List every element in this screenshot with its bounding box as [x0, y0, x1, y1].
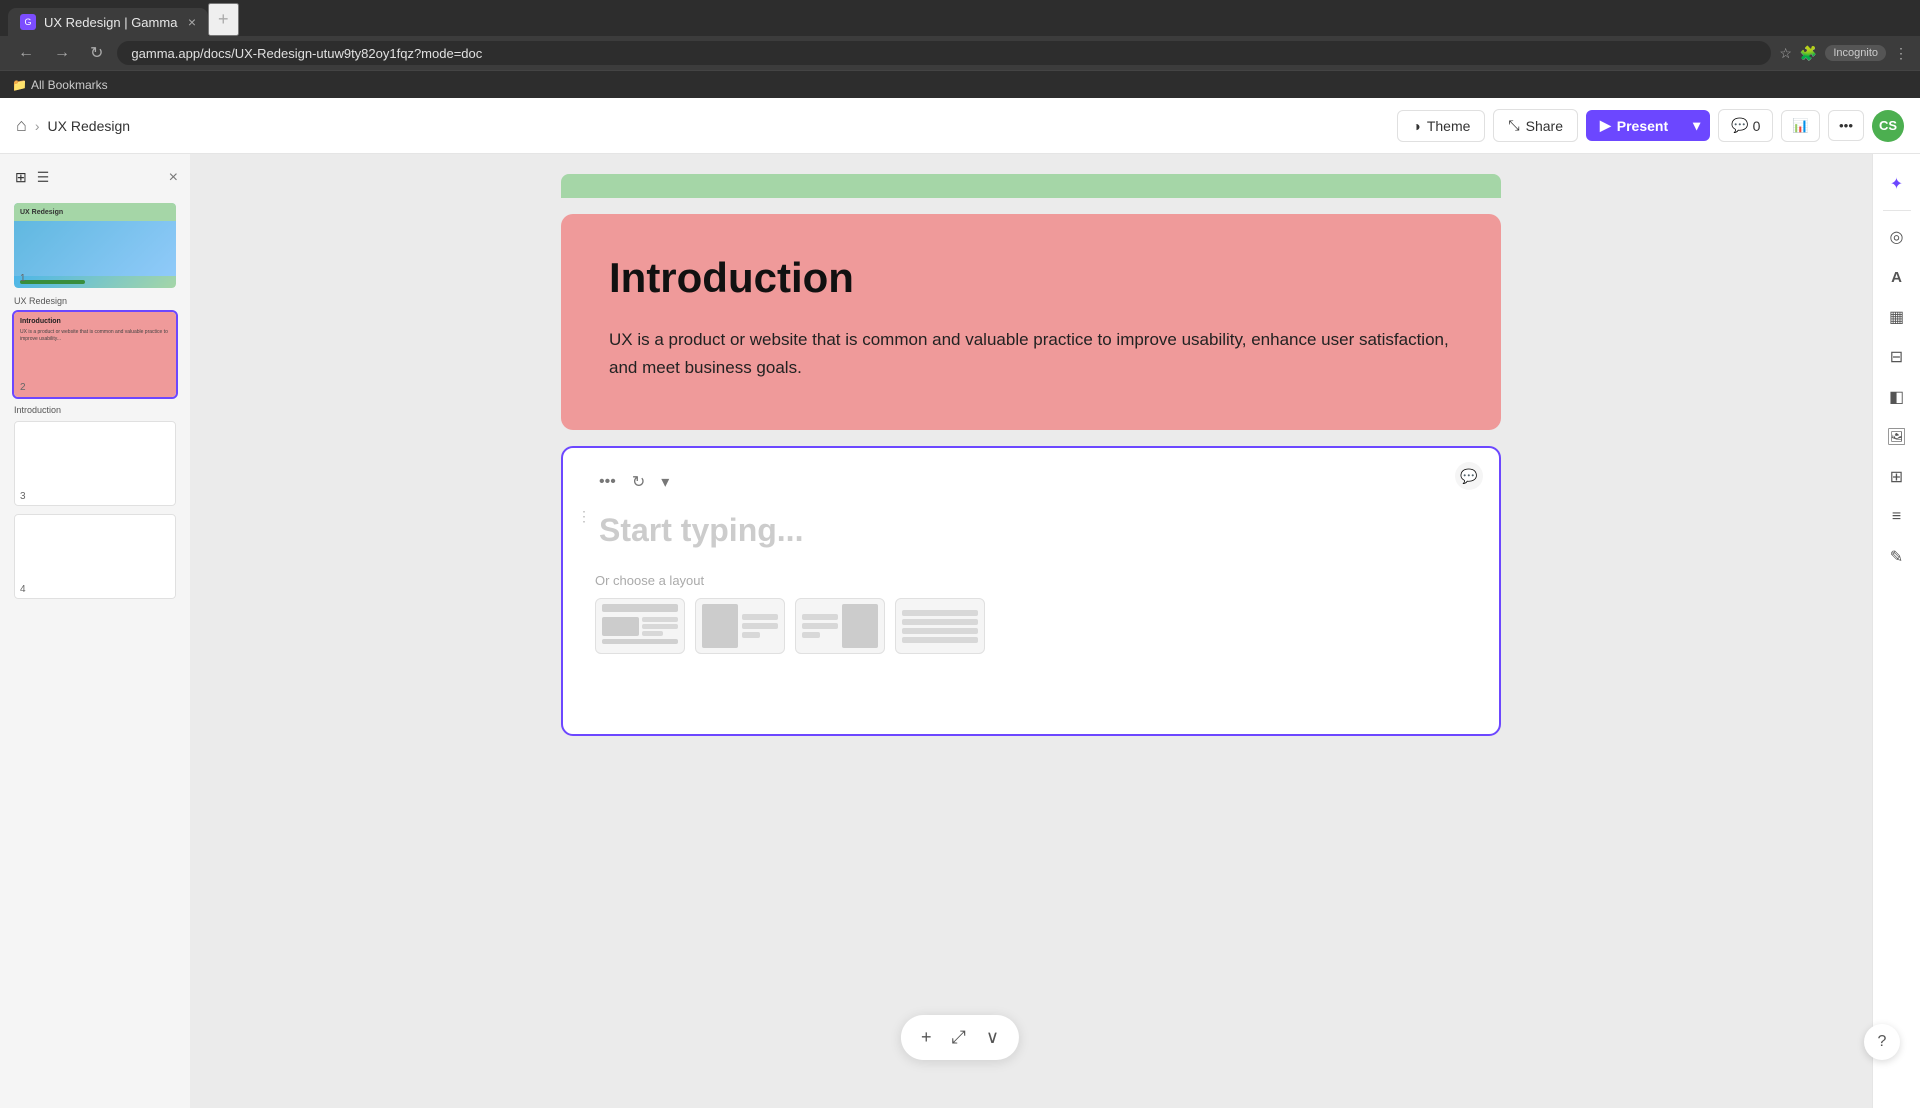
- main-area: ⊞ ☰ × UX Redesign 1 UX Redesign: [0, 154, 1920, 1108]
- layout-options: [595, 598, 1467, 654]
- extensions-icon[interactable]: 🧩: [1800, 45, 1817, 62]
- slide-thumb-4[interactable]: 4: [12, 512, 178, 601]
- share-button[interactable]: ⤡ Share: [1493, 109, 1578, 142]
- top-bar-left: ⌂ › UX Redesign: [16, 115, 1385, 136]
- chart-button[interactable]: 📊: [1781, 110, 1820, 142]
- layout-option-3[interactable]: [795, 598, 885, 654]
- top-bar: ⌂ › UX Redesign ◑ Theme ⤡ Share ▶ Presen…: [0, 98, 1920, 154]
- browser-chrome: G UX Redesign | Gamma × + ← → ↻ ☆ 🧩 Inco…: [0, 0, 1920, 70]
- intro-body: UX is a product or website that is commo…: [609, 326, 1453, 382]
- comment-button[interactable]: 💬 0: [1718, 109, 1773, 142]
- slide-4-number: 4: [20, 584, 26, 595]
- play-icon: ▶: [1600, 117, 1611, 134]
- grid-button[interactable]: ⊞: [1879, 459, 1915, 495]
- card-toolbar: ••• ↻ ▾: [595, 468, 1467, 496]
- present-main[interactable]: ▶ Present: [1586, 110, 1682, 141]
- sidebar-close-button[interactable]: ×: [169, 169, 178, 187]
- home-button[interactable]: ⌂: [16, 115, 27, 136]
- style-button[interactable]: ◎: [1879, 219, 1915, 255]
- slide-4-preview: [14, 514, 176, 599]
- blocks-button[interactable]: ⊟: [1879, 339, 1915, 375]
- card-refresh-button[interactable]: ↻: [628, 468, 649, 496]
- card-chevron-button[interactable]: ▾: [657, 468, 673, 496]
- slide-thumb-1[interactable]: UX Redesign 1: [12, 201, 178, 290]
- comment-bubble-button[interactable]: 💬: [1455, 462, 1483, 490]
- menu-icon[interactable]: ⋮: [1894, 45, 1908, 62]
- tab-close-button[interactable]: ×: [188, 14, 196, 30]
- typing-placeholder[interactable]: Start typing...: [595, 512, 1467, 549]
- share-icon: ⤡: [1508, 117, 1519, 134]
- bookmarks-bar: 📁 All Bookmarks: [0, 70, 1920, 98]
- all-bookmarks[interactable]: 📁 All Bookmarks: [12, 78, 108, 92]
- slide-2-number: 2: [20, 382, 26, 393]
- intro-title: Introduction: [609, 254, 1453, 302]
- top-bar-actions: ◑ Theme ⤡ Share ▶ Present ▾ 💬 0 📊 •••: [1397, 109, 1904, 142]
- reload-button[interactable]: ↻: [84, 41, 109, 65]
- bottom-toolbar: + ⤢ ∨: [901, 1015, 1019, 1060]
- app-container: ⌂ › UX Redesign ◑ Theme ⤡ Share ▶ Presen…: [0, 98, 1920, 1108]
- address-bar[interactable]: [117, 41, 1771, 65]
- grid-view-button[interactable]: ⊞: [12, 166, 30, 189]
- theme-icon: ◑: [1412, 118, 1420, 134]
- help-button[interactable]: ?: [1864, 1024, 1900, 1060]
- new-slide-card[interactable]: ••• ↻ ▾ ⋮ Start typing... 💬 Or choose a …: [561, 446, 1501, 736]
- slide-thumb-2[interactable]: Introduction UX is a product or website …: [12, 310, 178, 399]
- comment-icon: 💬: [1731, 117, 1748, 134]
- layout-thumb-2: [702, 604, 778, 648]
- layout-option-2[interactable]: [695, 598, 785, 654]
- breadcrumb-link[interactable]: UX Redesign: [48, 118, 131, 134]
- breadcrumb-separator: ›: [35, 118, 40, 134]
- ai-button[interactable]: ✦: [1879, 166, 1915, 202]
- present-button[interactable]: ▶ Present ▾: [1586, 110, 1710, 141]
- layout-section: Or choose a layout: [595, 573, 1467, 654]
- right-panel: ✦ ◎ A ▦ ⊟ ◧ 🖼 ⊞ ≡ ✎: [1872, 154, 1920, 1108]
- edit-button[interactable]: ✎: [1879, 539, 1915, 575]
- more-chevron-button[interactable]: ∨: [982, 1023, 1003, 1052]
- bookmark-icon[interactable]: ☆: [1779, 45, 1792, 62]
- view-toggle: ⊞ ☰: [12, 166, 52, 189]
- incognito-badge: Incognito: [1825, 45, 1886, 61]
- forward-button[interactable]: →: [48, 42, 76, 64]
- layout-thumb-1: [602, 604, 678, 648]
- green-strip: [561, 174, 1501, 198]
- back-button[interactable]: ←: [12, 42, 40, 64]
- layout-option-4[interactable]: [895, 598, 985, 654]
- slide-1-preview: UX Redesign: [14, 203, 176, 288]
- slide-2-preview: Introduction UX is a product or website …: [14, 312, 176, 397]
- drag-handle[interactable]: ⋮: [577, 508, 591, 525]
- text-button[interactable]: A: [1879, 259, 1915, 295]
- new-tab-button[interactable]: +: [208, 3, 239, 36]
- layout-thumb-3: [802, 604, 878, 648]
- layout-button[interactable]: ▦: [1879, 299, 1915, 335]
- sidebar: ⊞ ☰ × UX Redesign 1 UX Redesign: [0, 154, 190, 1108]
- layout-label: Or choose a layout: [595, 573, 1467, 588]
- sidebar-header: ⊞ ☰ ×: [12, 166, 178, 189]
- right-panel-divider: [1883, 210, 1911, 211]
- tab-favicon: G: [20, 14, 36, 30]
- layout-option-1[interactable]: [595, 598, 685, 654]
- add-slide-button[interactable]: +: [917, 1023, 936, 1052]
- browser-actions: ☆ 🧩 Incognito ⋮: [1779, 45, 1908, 62]
- slide-1-label: UX Redesign: [12, 296, 178, 306]
- active-tab[interactable]: G UX Redesign | Gamma ×: [8, 8, 208, 36]
- theme-button[interactable]: ◑ Theme: [1397, 110, 1485, 142]
- intro-card: Introduction UX is a product or website …: [561, 214, 1501, 430]
- more-options-button[interactable]: •••: [1828, 110, 1864, 141]
- list-view-button[interactable]: ☰: [34, 166, 53, 189]
- content-area: Introduction UX is a product or website …: [190, 154, 1872, 1108]
- avatar[interactable]: CS: [1872, 110, 1904, 142]
- slide-3-preview: [14, 421, 176, 506]
- slide-thumb-3[interactable]: 3: [12, 419, 178, 508]
- present-arrow[interactable]: ▾: [1683, 110, 1710, 141]
- slide-2-label: Introduction: [12, 405, 178, 415]
- layers-button[interactable]: ◧: [1879, 379, 1915, 415]
- tab-title: UX Redesign | Gamma: [44, 15, 177, 30]
- image-button[interactable]: 🖼: [1879, 419, 1915, 455]
- card-more-button[interactable]: •••: [595, 469, 620, 495]
- slide-1-number: 1: [20, 273, 26, 284]
- layout-thumb-4: [902, 604, 978, 648]
- slide-3-number: 3: [20, 491, 26, 502]
- expand-button[interactable]: ⤢: [947, 1023, 969, 1052]
- lines-button[interactable]: ≡: [1879, 499, 1915, 535]
